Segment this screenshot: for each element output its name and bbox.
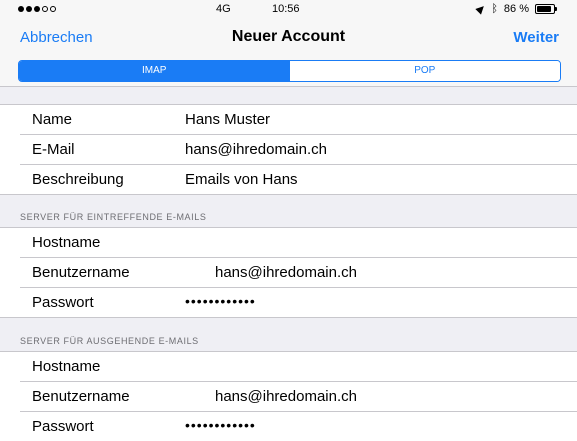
bluetooth-icon: ᛒ <box>491 3 498 15</box>
incoming-password-field[interactable]: •••••••••••• <box>185 293 256 309</box>
segment-imap[interactable]: IMAP <box>19 61 290 81</box>
mail-new-account-screen: 4G 10:56 ᛒ 86 % Abbrechen Neuer Account … <box>0 0 577 441</box>
protocol-segmented-control: IMAP POP <box>18 60 561 82</box>
incoming-password-label: Passwort <box>32 294 94 311</box>
signal-strength-icon <box>18 6 56 12</box>
outgoing-username-row[interactable]: Benutzername hans@ihredomain.ch <box>20 382 577 412</box>
location-icon <box>475 3 487 15</box>
outgoing-username-field[interactable]: hans@ihredomain.ch <box>215 388 357 405</box>
description-label: Beschreibung <box>32 171 124 188</box>
email-label: E-Mail <box>32 141 75 158</box>
battery-level <box>537 6 551 12</box>
email-row[interactable]: E-Mail hans@ihredomain.ch <box>20 135 577 165</box>
page-title: Neuer Account <box>231 28 346 45</box>
description-field[interactable]: Emails von Hans <box>185 171 298 188</box>
outgoing-password-row[interactable]: Passwort •••••••••••• <box>20 412 577 441</box>
incoming-username-field[interactable]: hans@ihredomain.ch <box>215 264 357 281</box>
incoming-server-header: SERVER FÜR EINTREFFENDE E-MAILS <box>20 212 207 222</box>
incoming-server-section: Hostname Benutzername hans@ihredomain.ch… <box>0 227 577 318</box>
battery-percentage: 86 % <box>503 3 529 15</box>
carrier-label: 4G <box>216 3 231 15</box>
protocol-selector-bar: IMAP POP <box>0 56 577 87</box>
outgoing-server-section: Hostname Benutzername hans@ihredomain.ch… <box>0 351 577 441</box>
name-row[interactable]: Name Hans Muster <box>20 105 577 135</box>
outgoing-password-label: Passwort <box>32 418 94 435</box>
email-field[interactable]: hans@ihredomain.ch <box>185 141 327 158</box>
name-label: Name <box>32 111 73 128</box>
name-field[interactable]: Hans Muster <box>185 111 270 128</box>
incoming-hostname-row[interactable]: Hostname <box>20 228 577 258</box>
clock: 10:56 <box>272 3 300 15</box>
outgoing-username-label: Benutzername <box>32 388 130 405</box>
description-row[interactable]: Beschreibung Emails von Hans <box>20 165 577 194</box>
outgoing-password-field[interactable]: •••••••••••• <box>185 417 256 433</box>
segment-pop[interactable]: POP <box>289 61 560 81</box>
next-button[interactable]: Weiter <box>513 29 559 46</box>
outgoing-hostname-label: Hostname <box>32 358 101 375</box>
outgoing-hostname-row[interactable]: Hostname <box>20 352 577 382</box>
incoming-password-row[interactable]: Passwort •••••••••••• <box>20 288 577 317</box>
incoming-username-row[interactable]: Benutzername hans@ihredomain.ch <box>20 258 577 288</box>
battery-icon <box>535 4 557 14</box>
account-section: Name Hans Muster E-Mail hans@ihredomain.… <box>0 104 577 195</box>
navigation-bar: Abbrechen Neuer Account Weiter <box>0 20 577 56</box>
incoming-username-label: Benutzername <box>32 264 130 281</box>
status-bar: 4G 10:56 ᛒ 86 % <box>0 0 577 20</box>
incoming-hostname-label: Hostname <box>32 234 101 251</box>
outgoing-server-header: SERVER FÜR AUSGEHENDE E-MAILS <box>20 336 199 346</box>
